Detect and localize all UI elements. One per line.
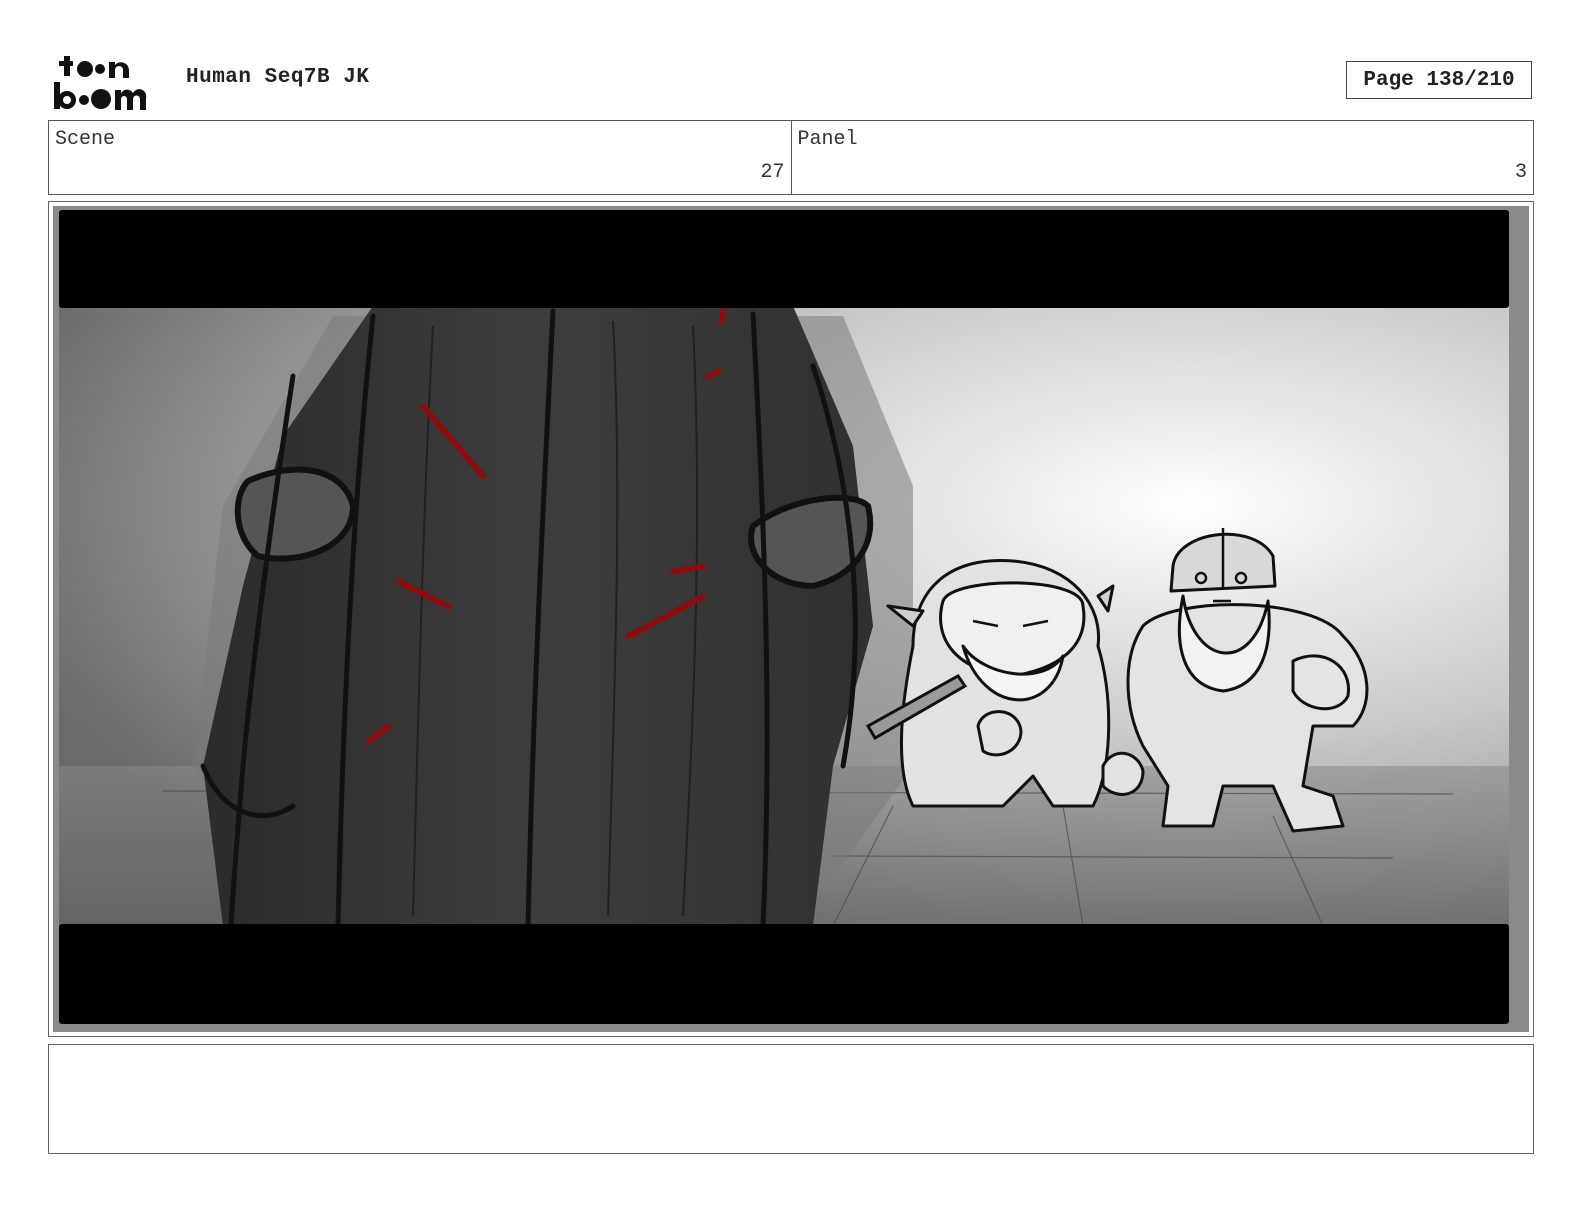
scene-label: Scene xyxy=(55,128,116,151)
toonboom-logo-icon xyxy=(54,56,147,110)
page-number: Page 138/210 xyxy=(1346,61,1532,99)
scene-panel-info: Scene 27 Panel 3 xyxy=(48,120,1534,195)
panel-number: 3 xyxy=(1514,161,1527,184)
storyboard-sketch-image xyxy=(53,206,1529,1032)
panel-cell: Panel 3 xyxy=(790,121,1534,194)
scene-number: 27 xyxy=(760,161,785,184)
panel-notes xyxy=(48,1044,1534,1154)
scene-cell: Scene 27 xyxy=(49,121,791,194)
panel-label: Panel xyxy=(797,128,858,151)
document-title: Human Seq7B JK xyxy=(186,66,370,89)
